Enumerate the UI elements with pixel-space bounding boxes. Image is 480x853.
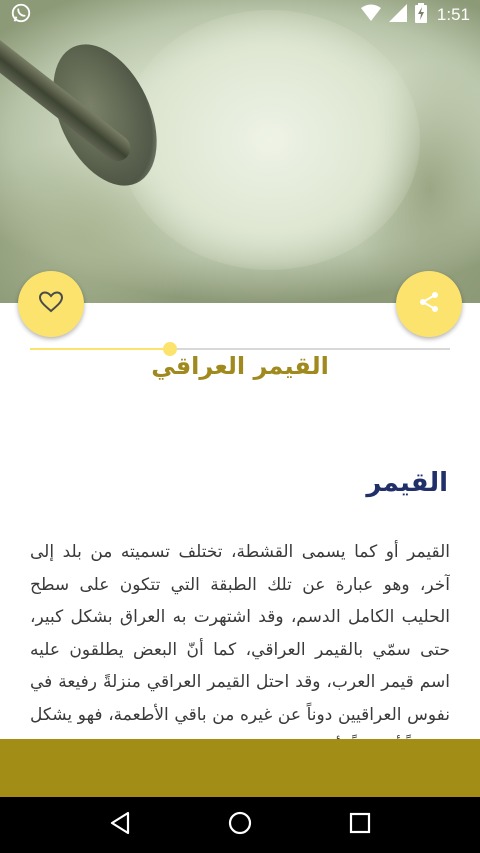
section-heading: القيمر: [366, 468, 448, 498]
favorite-button[interactable]: [18, 271, 84, 337]
hero-image: [0, 0, 480, 303]
back-button[interactable]: [100, 805, 140, 845]
recents-square-icon: [349, 812, 371, 838]
battery-charging-icon: [414, 3, 427, 27]
recents-button[interactable]: [340, 805, 380, 845]
status-time: 1:51: [436, 5, 470, 24]
title-divider-accent: [30, 348, 170, 350]
home-button[interactable]: [220, 805, 260, 845]
bottom-banner: [0, 739, 480, 797]
share-icon: [417, 290, 441, 318]
wifi-icon: [360, 4, 381, 26]
share-button[interactable]: [396, 271, 462, 337]
hero-cream-highlight: [120, 10, 420, 270]
signal-icon: [388, 4, 407, 26]
status-bar: 1:51: [0, 0, 480, 30]
back-triangle-icon: [109, 811, 131, 839]
section-body-text: القيمر أو كما يسمى القشطة، تختلف تسميته …: [30, 542, 450, 740]
whatsapp-icon: [10, 2, 32, 28]
home-circle-icon: [228, 811, 252, 839]
heart-outline-icon: [38, 290, 64, 318]
recipe-title: القيمر العراقي: [151, 352, 329, 380]
navigation-bar: [0, 797, 480, 853]
